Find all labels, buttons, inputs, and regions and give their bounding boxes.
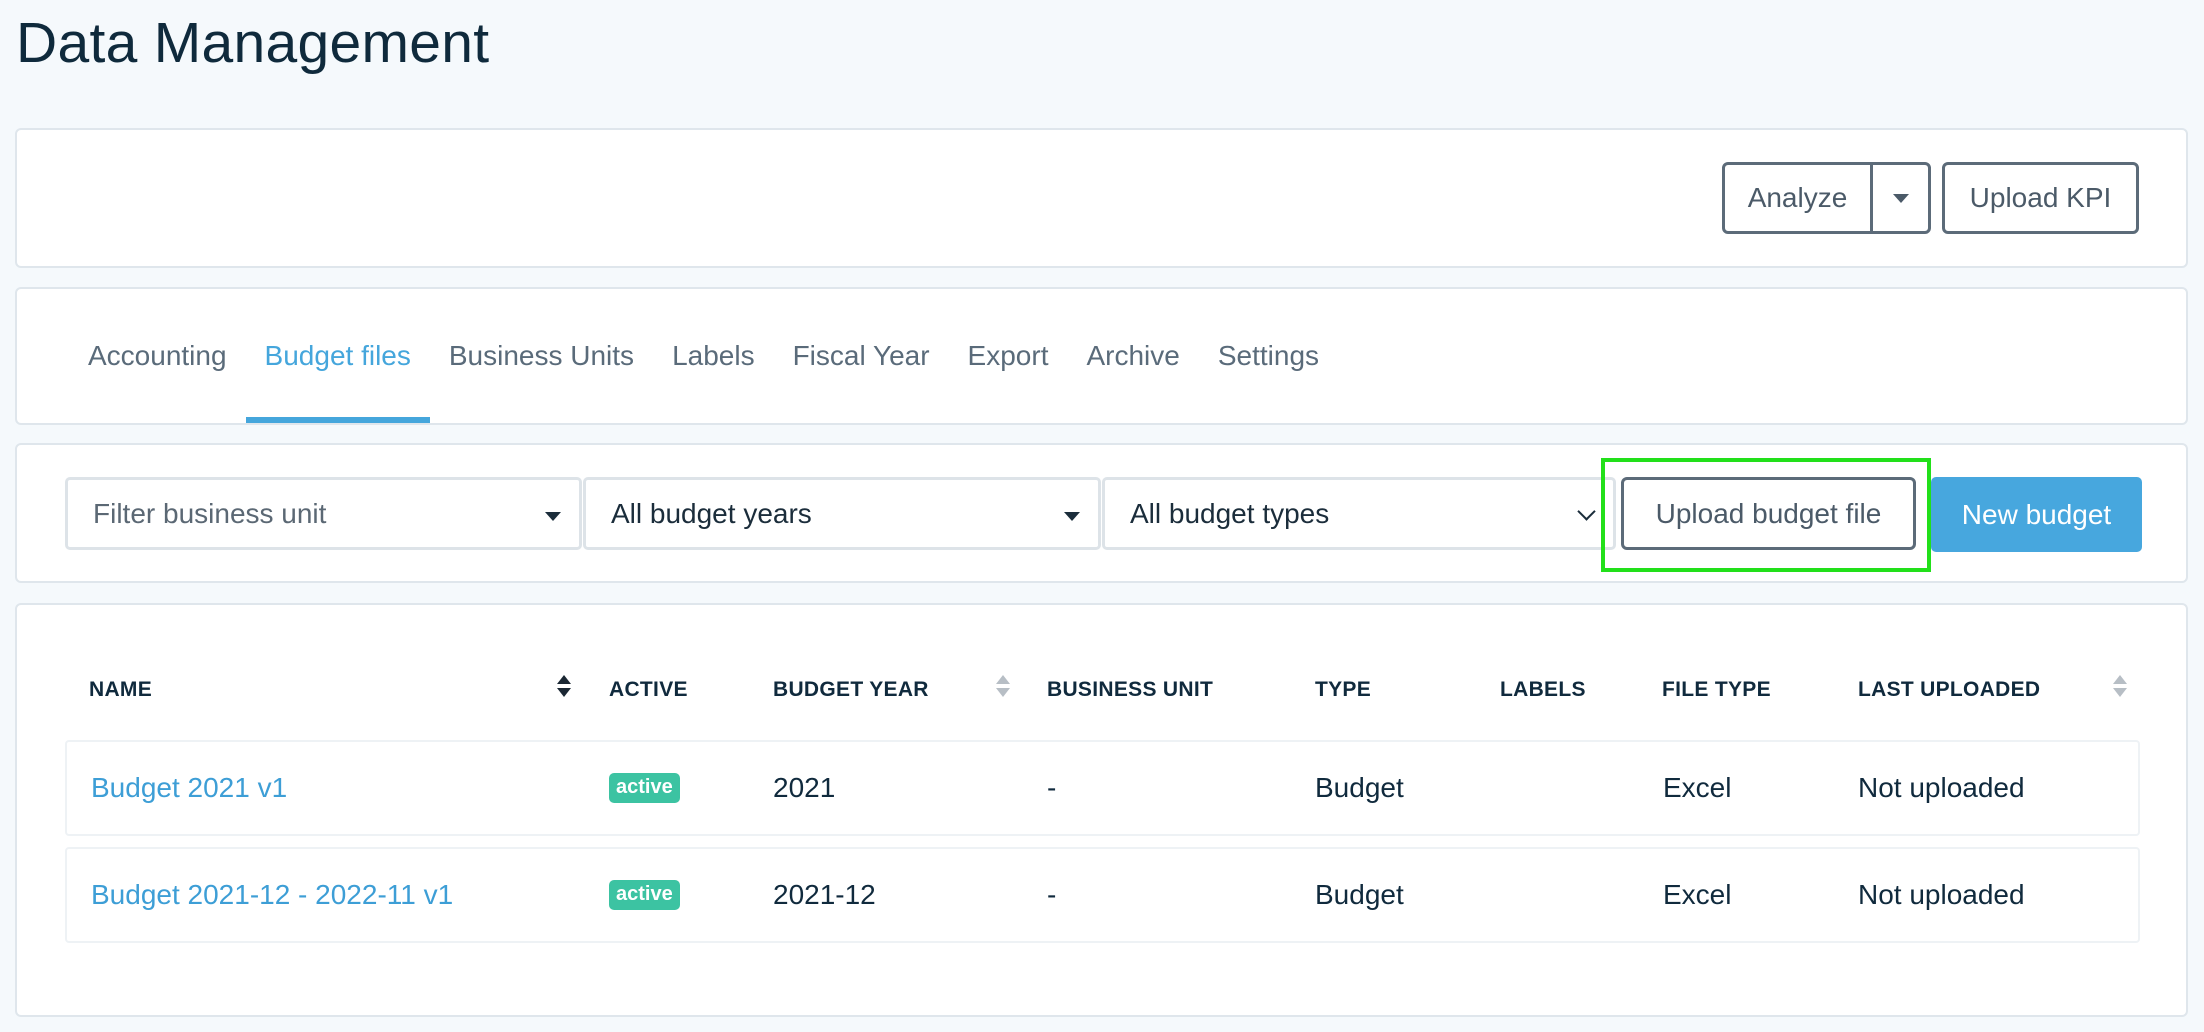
business-unit-cell: - [1047, 879, 1057, 910]
column-header-name[interactable]: NAME [89, 678, 152, 702]
caret-down-icon [545, 512, 561, 521]
file-type-cell: Excel [1663, 879, 1732, 910]
business-unit-filter[interactable]: Filter business unit [65, 477, 582, 550]
tab-accounting[interactable]: Accounting [69, 289, 246, 423]
tab-business-units[interactable]: Business Units [430, 289, 653, 423]
sort-icon[interactable] [557, 675, 571, 701]
column-header-type: TYPE [1315, 678, 1372, 701]
column-header-active: ACTIVE [609, 678, 688, 701]
analyze-button-group: Analyze [1722, 162, 1931, 234]
budget-year-filter[interactable]: All budget years [583, 477, 1101, 550]
budget-table-card: NAME ACTIVE BUDGET YEAR BUSINESS UNIT TY… [15, 603, 2188, 1017]
page-title: Data Management [16, 11, 490, 75]
sort-icon[interactable] [2113, 675, 2127, 701]
tab-labels[interactable]: Labels [653, 289, 774, 423]
budget-year-filter-value: All budget years [611, 497, 812, 529]
column-header-labels: LABELS [1500, 678, 1586, 701]
last-uploaded-cell: Not uploaded [1858, 879, 2025, 910]
sort-icon[interactable] [996, 675, 1010, 701]
caret-down-icon [1064, 512, 1080, 521]
chevron-down-icon [1577, 502, 1596, 521]
tab-budget-files[interactable]: Budget files [245, 289, 431, 423]
caret-down-icon [1892, 193, 1909, 203]
upload-budget-file-button[interactable]: Upload budget file [1621, 477, 1916, 550]
actions-card: Analyze Upload KPI [15, 128, 2188, 268]
column-header-budget-year[interactable]: BUDGET YEAR [773, 678, 929, 702]
analyze-button[interactable]: Analyze [1725, 165, 1873, 231]
filters-card: Filter business unit All budget years Al… [15, 443, 2188, 583]
file-type-cell: Excel [1663, 772, 1732, 803]
budget-type-filter[interactable]: All budget types [1102, 477, 1616, 550]
budget-type-filter-value: All budget types [1130, 497, 1330, 529]
business-unit-cell: - [1047, 772, 1057, 803]
budget-name-link[interactable]: Budget 2021 v1 [91, 742, 287, 834]
column-header-file-type: FILE TYPE [1662, 678, 1771, 701]
status-badge: active [609, 880, 680, 910]
table-row[interactable]: Budget 2021-12 - 2022-11 v1 active 2021-… [65, 847, 2140, 943]
analyze-dropdown-toggle[interactable] [1873, 165, 1928, 231]
type-cell: Budget [1315, 772, 1404, 803]
tab-settings[interactable]: Settings [1199, 289, 1338, 423]
new-budget-button[interactable]: New budget [1931, 477, 2142, 552]
tabs-card: Accounting Budget files Business Units L… [15, 287, 2188, 425]
tab-fiscal-year[interactable]: Fiscal Year [774, 289, 949, 423]
budget-name-link[interactable]: Budget 2021-12 - 2022-11 v1 [91, 849, 453, 941]
column-header-business-unit: BUSINESS UNIT [1047, 678, 1214, 701]
status-badge: active [609, 773, 680, 803]
tab-bar: Accounting Budget files Business Units L… [69, 289, 1338, 423]
tab-export[interactable]: Export [949, 289, 1068, 423]
tab-archive[interactable]: Archive [1067, 289, 1198, 423]
budget-year-cell: 2021-12 [773, 879, 876, 910]
table-row[interactable]: Budget 2021 v1 active 2021 - Budget Exce… [65, 740, 2140, 836]
last-uploaded-cell: Not uploaded [1858, 772, 2025, 803]
upload-kpi-button[interactable]: Upload KPI [1942, 162, 2139, 234]
business-unit-filter-placeholder: Filter business unit [93, 497, 327, 529]
column-header-last-uploaded[interactable]: LAST UPLOADED [1858, 678, 2040, 702]
type-cell: Budget [1315, 879, 1404, 910]
budget-year-cell: 2021 [773, 772, 836, 803]
